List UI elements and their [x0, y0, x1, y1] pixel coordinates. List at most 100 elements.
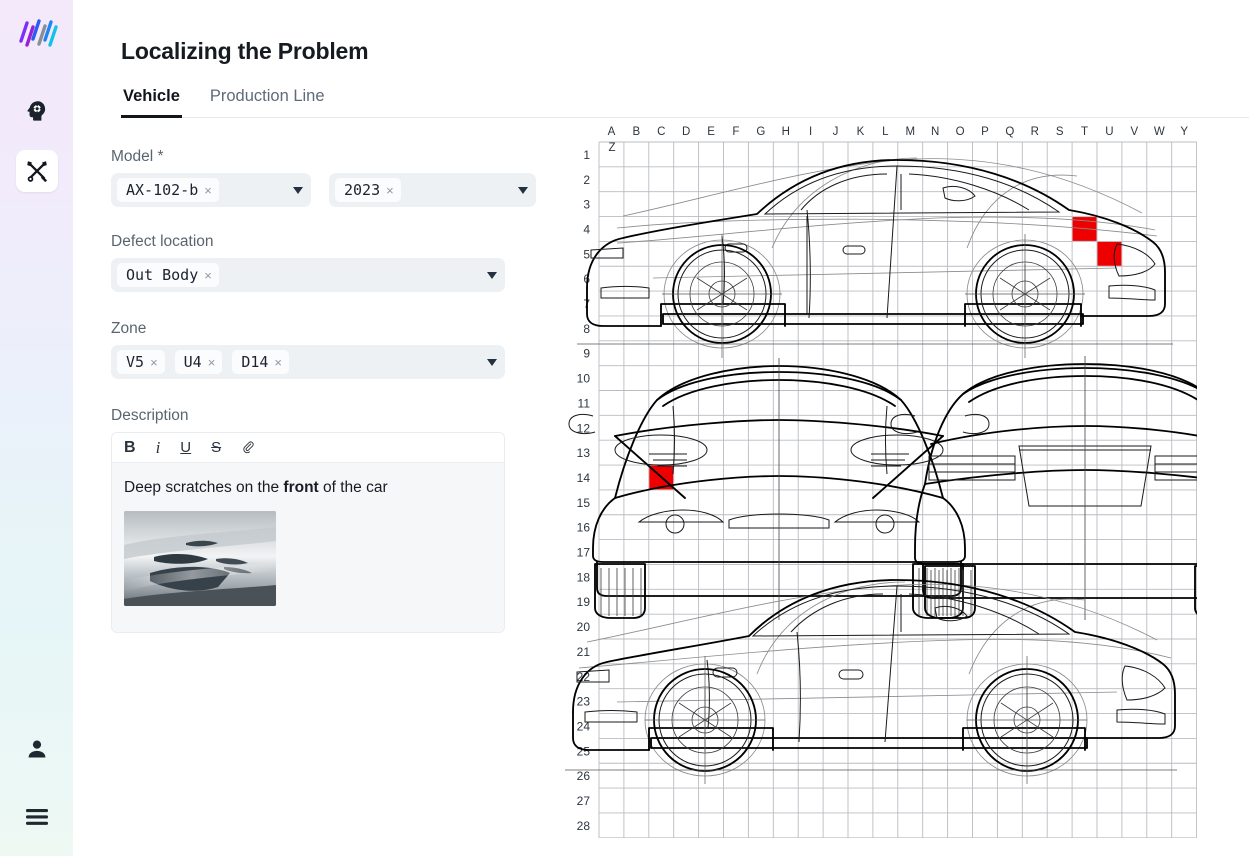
content-area: Model * AX-102-b × 2023 × Defect locatio… — [73, 118, 1249, 856]
grid-row-label: 19 — [577, 595, 591, 609]
highlight-cell[interactable] — [1097, 241, 1122, 266]
chip-defect-location[interactable]: Out Body × — [117, 263, 219, 287]
grid-column-label: N — [931, 126, 939, 138]
italic-icon[interactable]: i — [156, 439, 161, 456]
field-zone-label: Zone — [111, 320, 147, 337]
sidebar-item-ai-assistant[interactable] — [16, 90, 58, 132]
chip-zone-v5[interactable]: V5 × — [117, 350, 165, 374]
grid-column-label: O — [956, 126, 965, 138]
grid-row-label: 4 — [583, 222, 590, 236]
grid-column-label: W — [1154, 126, 1165, 138]
tab-vehicle[interactable]: Vehicle — [121, 87, 182, 118]
app-root: Localizing the Problem Vehicle Productio… — [0, 0, 1249, 856]
tools-icon — [26, 161, 47, 183]
side-view-top[interactable] — [577, 157, 1173, 358]
tab-production-line[interactable]: Production Line — [208, 87, 327, 118]
chip-remove-icon[interactable]: × — [386, 184, 394, 197]
sidebar-item-menu[interactable] — [16, 796, 58, 838]
required-marker: * — [157, 148, 164, 165]
grid-column-labels: ABCDEFGHIJKLMNOPQRSTUVWY — [608, 126, 1189, 138]
grid-row-label: 15 — [577, 496, 591, 510]
page-title: Localizing the Problem — [121, 38, 369, 64]
field-zone: Zone V5 × U4 × D14 × — [111, 320, 505, 379]
grid-row-label: 27 — [577, 794, 591, 808]
grid-row-label: 21 — [577, 645, 591, 659]
chip-remove-icon[interactable]: × — [204, 184, 212, 197]
grid-column-label: K — [857, 126, 865, 138]
grid-column-label: L — [882, 126, 889, 138]
chip-remove-icon[interactable]: × — [208, 356, 216, 369]
chevron-down-icon[interactable] — [518, 186, 528, 194]
grid-column-label: I — [809, 126, 812, 138]
vehicle-blueprint[interactable]: .gl { stroke:#b8bcc2; stroke-width:0.9; … — [557, 118, 1197, 838]
field-model-label-text: Model — [111, 148, 154, 165]
chip-defect-location-label: Out Body — [126, 266, 199, 284]
grid-row-label: 25 — [577, 744, 591, 758]
main-panel: Localizing the Problem Vehicle Productio… — [73, 0, 1249, 856]
grid-row-labels: 1234567891011121314151617181920212223242… — [577, 148, 591, 833]
grid-row-label: 23 — [577, 695, 591, 709]
grid-column-label: J — [833, 126, 839, 138]
chip-year-label: 2023 — [344, 181, 381, 199]
model-select-row: AX-102-b × 2023 × — [111, 173, 536, 207]
grid-row-label: 9 — [583, 347, 590, 361]
grid-column-label: E — [707, 126, 715, 138]
attachment-icon[interactable] — [241, 440, 256, 455]
grid-column-label: S — [1056, 126, 1064, 138]
field-model: Model * AX-102-b × 2023 × — [111, 148, 536, 207]
chevron-down-icon[interactable] — [293, 186, 303, 194]
sidebar-item-account[interactable] — [16, 728, 58, 770]
grid-row-label: 5 — [583, 247, 590, 261]
chevron-down-icon[interactable] — [487, 271, 497, 279]
defect-photo-image — [124, 511, 276, 607]
grid-row-label: 10 — [577, 372, 591, 386]
defect-photo-thumbnail[interactable] — [124, 511, 276, 607]
grid-row-label: 20 — [577, 620, 591, 634]
field-description: Description B i U S Deep scratches on th… — [111, 407, 505, 633]
description-text: Deep scratches on the front of the car — [124, 477, 492, 499]
chip-remove-icon[interactable]: × — [150, 356, 158, 369]
chip-zone-u4[interactable]: U4 × — [174, 350, 223, 374]
chip-year[interactable]: 2023 × — [335, 178, 401, 202]
chevron-down-icon[interactable] — [487, 358, 497, 366]
strikethrough-icon[interactable]: S — [211, 440, 221, 455]
defect-form: Model * AX-102-b × 2023 × Defect locatio… — [73, 118, 543, 856]
zone-select[interactable]: V5 × U4 × D14 × — [111, 345, 505, 379]
grid-row-label: 14 — [577, 471, 591, 485]
menu-icon — [25, 809, 48, 825]
grid-column-label: Y — [1180, 126, 1188, 138]
field-description-label: Description — [111, 407, 189, 424]
editor-body[interactable]: Deep scratches on the front of the car — [111, 463, 505, 633]
grid-column-label: F — [732, 126, 739, 138]
year-select[interactable]: 2023 × — [329, 173, 536, 207]
grid-row-label: 1 — [583, 148, 590, 162]
sidebar — [0, 0, 73, 856]
chip-remove-icon[interactable]: × — [274, 356, 282, 369]
grid-corner-label: Z — [608, 142, 615, 154]
grid-row-label: 17 — [577, 546, 591, 560]
grid-column-label: A — [608, 126, 616, 138]
chip-model[interactable]: AX-102-b × — [117, 178, 219, 202]
description-editor: B i U S Deep scratches on the front of t… — [111, 432, 505, 633]
tab-bar: Vehicle Production Line — [121, 87, 1249, 118]
grid-column-label: G — [756, 126, 765, 138]
chip-remove-icon[interactable]: × — [204, 269, 212, 282]
sidebar-item-tools[interactable] — [15, 150, 58, 192]
brand-logo[interactable] — [14, 14, 60, 54]
grid-column-label: R — [1031, 126, 1039, 138]
underline-icon[interactable]: U — [180, 440, 191, 455]
user-account-icon — [28, 740, 45, 758]
bold-icon[interactable]: B — [124, 439, 136, 456]
chip-zone-d14[interactable]: D14 × — [232, 350, 289, 374]
model-select[interactable]: AX-102-b × — [111, 173, 311, 207]
rear-view[interactable] — [890, 356, 1197, 620]
grid-column-label: Q — [1005, 126, 1014, 138]
chip-model-label: AX-102-b — [126, 181, 199, 199]
defect-location-select[interactable]: Out Body × — [111, 258, 505, 292]
description-text-before: Deep scratches on the — [124, 479, 284, 496]
chip-zone-label: V5 — [126, 353, 145, 371]
brand-logo-icon — [18, 19, 58, 47]
grid-column-label: H — [782, 126, 790, 138]
grid-row-label: 28 — [577, 819, 591, 833]
paperclip-glyph — [243, 441, 254, 454]
